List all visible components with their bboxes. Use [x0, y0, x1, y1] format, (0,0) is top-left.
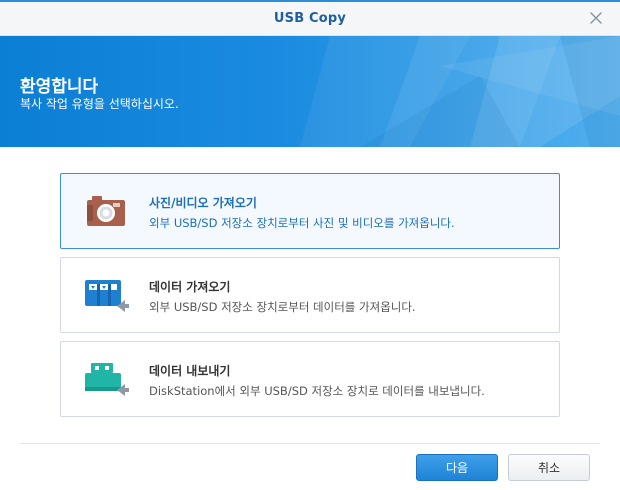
- footer-divider: [20, 443, 600, 444]
- banner-title: 환영합니다: [20, 77, 99, 97]
- option-title: 데이터 가져오기: [149, 280, 231, 294]
- option-description: DiskStation에서 외부 USB/SD 저장소 장치로 데이터를 내보냅…: [149, 384, 485, 398]
- next-button[interactable]: 다음: [416, 454, 498, 481]
- copy-type-options: 사진/비디오 가져오기 외부 USB/SD 저장소 장치로부터 사진 및 비디오…: [60, 173, 560, 425]
- option-description: 외부 USB/SD 저장소 장치로부터 사진 및 비디오를 가져옵니다.: [149, 216, 455, 230]
- window-title: USB Copy: [273, 11, 347, 26]
- export-data-icon: [83, 360, 129, 400]
- option-title: 사진/비디오 가져오기: [149, 196, 257, 210]
- option-title: 데이터 내보내기: [149, 364, 231, 378]
- option-import-photo-video[interactable]: 사진/비디오 가져오기 외부 USB/SD 저장소 장치로부터 사진 및 비디오…: [60, 173, 560, 249]
- close-icon[interactable]: [588, 10, 604, 26]
- banner-subtitle: 복사 작업 유형을 선택하십시오.: [20, 97, 179, 111]
- option-import-data[interactable]: 데이터 가져오기 외부 USB/SD 저장소 장치로부터 데이터를 가져옵니다.: [60, 257, 560, 333]
- welcome-banner: 환영합니다 복사 작업 유형을 선택하십시오.: [0, 36, 620, 147]
- import-data-icon: [83, 276, 129, 316]
- title-bar: USB Copy: [0, 0, 620, 36]
- camera-icon: [83, 192, 129, 232]
- cancel-button[interactable]: 취소: [508, 454, 590, 481]
- option-export-data[interactable]: 데이터 내보내기 DiskStation에서 외부 USB/SD 저장소 장치로…: [60, 341, 560, 417]
- option-description: 외부 USB/SD 저장소 장치로부터 데이터를 가져옵니다.: [149, 300, 416, 314]
